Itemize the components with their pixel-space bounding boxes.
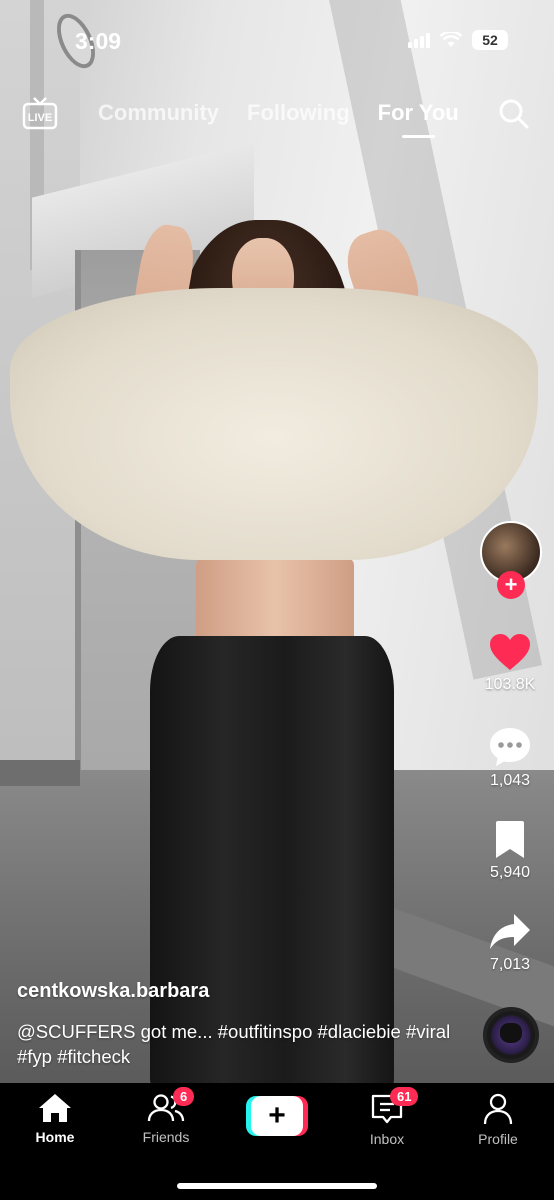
share-button[interactable]: 7,013 [470,912,550,974]
cat-icon [500,1023,522,1043]
follow-button[interactable]: + [497,571,525,599]
tab-inbox-label: Inbox [369,1131,405,1147]
inbox-badge: 61 [390,1087,419,1106]
profile-icon [483,1093,513,1125]
battery-indicator: 52 [472,30,508,50]
caption-text: got me... [135,1021,218,1042]
share-count: 7,013 [489,956,531,973]
live-icon[interactable]: LIVE [22,96,58,132]
tab-profile[interactable]: Profile [453,1093,543,1147]
like-button[interactable]: 103.8K [470,632,550,694]
tab-friends-label: Friends [142,1129,190,1145]
tab-inbox[interactable]: Inbox 61 [342,1087,432,1147]
status-icons: 52 [408,30,508,50]
video-baseboard [0,760,80,786]
cellular-signal-icon [408,32,430,48]
tab-for-you[interactable]: For You [378,100,459,138]
creator-username[interactable]: centkowska.barbara [17,980,209,1003]
tab-home-label: Home [35,1129,75,1145]
share-arrow-icon [490,914,530,949]
live-label: LIVE [28,112,52,124]
tab-home[interactable]: Home [10,1093,100,1145]
tab-friends[interactable]: Friends 6 [121,1087,211,1145]
home-indicator[interactable] [177,1183,377,1189]
like-count: 103.8K [484,676,536,693]
create-button[interactable]: + [246,1096,308,1136]
wifi-icon [440,32,462,47]
friends-badge: 6 [173,1087,195,1106]
post-caption: @SCUFFERS got me... #outfitinspo #dlacie… [17,1019,457,1069]
save-button[interactable]: 5,940 [470,820,550,882]
caption-mention[interactable]: @SCUFFERS [17,1021,135,1042]
video-person-sweater [10,288,538,560]
feed-tabs: Community Following For You [98,100,459,138]
comment-button[interactable]: 1,043 [470,726,550,790]
tab-profile-label: Profile [478,1131,518,1147]
save-count: 5,940 [489,864,531,881]
comment-count: 1,043 [489,772,531,789]
bookmark-icon [496,821,524,858]
tab-community[interactable]: Community [98,100,219,126]
music-disc[interactable] [483,1007,539,1063]
search-icon[interactable] [498,98,530,130]
heart-icon [490,634,530,670]
status-time: 3:09 [75,28,122,54]
home-icon [39,1094,71,1122]
comment-icon [490,728,530,766]
tab-following[interactable]: Following [247,100,350,126]
plus-icon: + [251,1096,303,1136]
video-person-pants [150,636,394,1083]
